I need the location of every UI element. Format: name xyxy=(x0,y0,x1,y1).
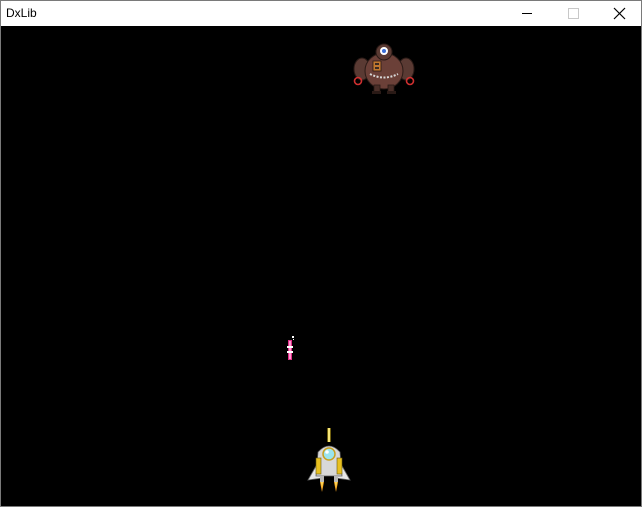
close-button[interactable] xyxy=(596,1,642,26)
window-title: DxLib xyxy=(6,6,37,20)
title-bar[interactable]: DxLib xyxy=(1,1,641,26)
pink-laser-bullet-icon xyxy=(287,336,294,360)
maximize-icon xyxy=(568,8,579,19)
app-window: DxLib xyxy=(0,0,642,507)
robot-boss-enemy-icon xyxy=(353,43,415,94)
maximize-button[interactable] xyxy=(550,1,596,26)
game-canvas[interactable] xyxy=(1,26,641,506)
close-icon xyxy=(613,7,626,20)
minimize-icon xyxy=(522,13,532,14)
player-spaceship-icon xyxy=(307,428,351,492)
minimize-button[interactable] xyxy=(504,1,550,26)
